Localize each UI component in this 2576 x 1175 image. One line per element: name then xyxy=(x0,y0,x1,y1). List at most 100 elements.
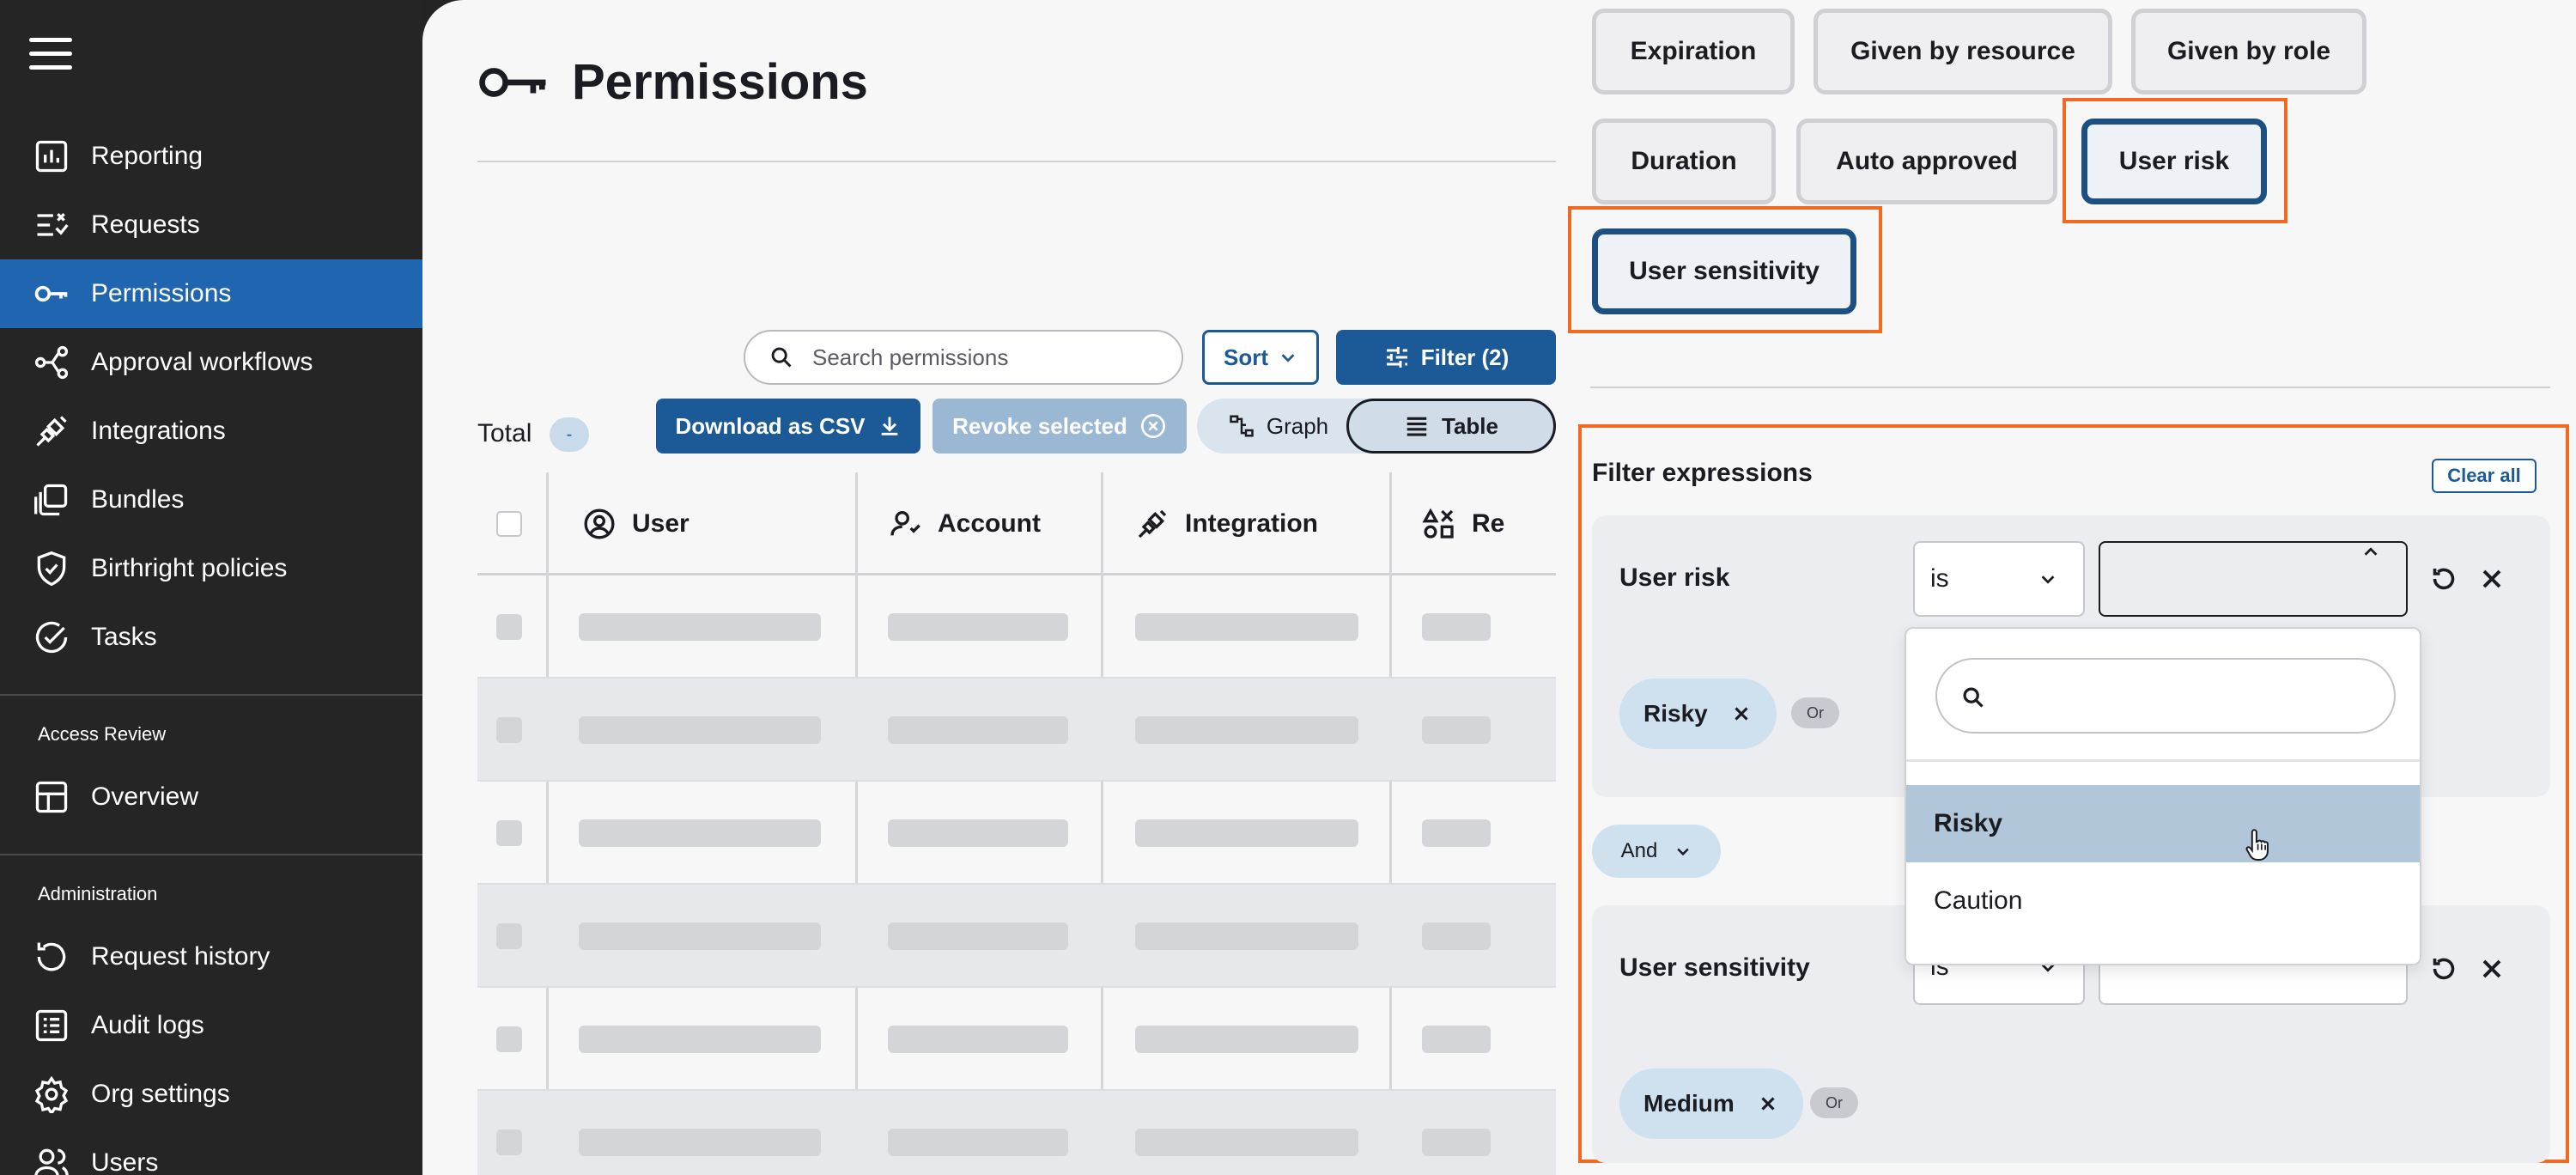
nav-item-reporting[interactable]: Reporting xyxy=(0,122,422,191)
search-icon xyxy=(1963,687,1984,708)
condition-field-label: User sensitivity xyxy=(1619,953,1810,982)
dropdown-option-caution[interactable]: Caution xyxy=(1906,862,2420,940)
nav-item-overview[interactable]: Overview xyxy=(0,763,422,831)
hand-cursor-icon xyxy=(2245,829,2269,861)
skeleton-placeholder xyxy=(1422,1026,1491,1053)
total-count-badge: - xyxy=(550,417,589,452)
close-icon[interactable] xyxy=(1757,1093,1779,1115)
nav-label: Overview xyxy=(91,782,199,811)
nav-label: Users xyxy=(91,1148,159,1175)
plug-icon xyxy=(1138,509,1167,539)
dropdown-option-risky[interactable]: Risky xyxy=(1906,785,2420,862)
chevron-up-icon xyxy=(2364,547,2378,556)
nav-label: Bundles xyxy=(91,485,185,514)
filter-expressions-title: Filter expressions xyxy=(1592,459,1813,487)
value-token: Medium xyxy=(1619,1068,1803,1139)
divider xyxy=(1590,387,2550,388)
column-header-resource[interactable]: Re xyxy=(1422,472,1504,575)
shield-icon xyxy=(37,551,66,587)
value-token: Risky xyxy=(1619,679,1777,749)
divider xyxy=(1906,759,2420,762)
row-checkbox[interactable] xyxy=(496,923,522,949)
column-header-user[interactable]: User xyxy=(582,472,690,575)
column-header-account[interactable]: Account xyxy=(888,472,1041,575)
sidebar: Reporting Requests Permissions Approval … xyxy=(0,0,422,1175)
nav-item-org-settings[interactable]: Org settings xyxy=(0,1060,422,1129)
bundle-icon xyxy=(34,484,68,516)
table-icon xyxy=(1406,417,1427,436)
filter-chip-given-by-resource[interactable]: Given by resource xyxy=(1814,9,2112,94)
filter-chip-expiration[interactable]: Expiration xyxy=(1592,9,1795,94)
skeleton-placeholder xyxy=(1135,1026,1358,1053)
download-csv-button[interactable]: Download as CSV xyxy=(656,399,920,454)
reset-icon[interactable] xyxy=(2428,953,2459,984)
nav-label: Approval workflows xyxy=(91,348,313,376)
table-row[interactable] xyxy=(477,885,1556,988)
nav-label: Reporting xyxy=(91,142,204,170)
revoke-label: Revoke selected xyxy=(952,412,1127,439)
skeleton-placeholder xyxy=(888,613,1068,641)
key-icon xyxy=(34,285,68,302)
nav-label: Tasks xyxy=(91,623,157,651)
operator-select[interactable]: is xyxy=(1913,541,2085,617)
table-row[interactable] xyxy=(477,782,1556,885)
row-checkbox[interactable] xyxy=(496,1129,522,1155)
remove-condition-icon[interactable] xyxy=(2476,953,2507,984)
or-pill[interactable]: Or xyxy=(1791,697,1839,728)
nav-item-approval-workflows[interactable]: Approval workflows xyxy=(0,328,422,397)
nav-item-request-history[interactable]: Request history xyxy=(0,922,422,991)
table-row[interactable] xyxy=(477,988,1556,1091)
nav-item-tasks[interactable]: Tasks xyxy=(0,603,422,672)
column-header-integration[interactable]: Integration xyxy=(1135,472,1318,575)
nav-item-bundles[interactable]: Bundles xyxy=(0,466,422,534)
nav-item-users[interactable]: Users xyxy=(0,1129,422,1175)
skeleton-placeholder xyxy=(1135,819,1358,847)
filter-chip-auto-approved[interactable]: Auto approved xyxy=(1796,119,2057,204)
filter-chip-duration[interactable]: Duration xyxy=(1592,119,1776,204)
skeleton-placeholder xyxy=(888,922,1068,950)
value-select[interactable] xyxy=(2099,541,2408,617)
reset-icon[interactable] xyxy=(2428,563,2459,594)
table-row[interactable] xyxy=(477,575,1556,679)
table-row[interactable] xyxy=(477,1091,1556,1175)
skeleton-placeholder xyxy=(1135,613,1358,641)
select-all-checkbox[interactable] xyxy=(496,511,522,537)
remove-condition-icon[interactable] xyxy=(2476,563,2507,594)
nav-item-audit-logs[interactable]: Audit logs xyxy=(0,991,422,1060)
nav-item-permissions[interactable]: Permissions xyxy=(0,259,422,328)
nav-item-requests[interactable]: Requests xyxy=(0,191,422,259)
menu-icon[interactable] xyxy=(29,38,72,72)
revoke-selected-button[interactable]: Revoke selected xyxy=(933,399,1187,454)
sort-button[interactable]: Sort xyxy=(1202,330,1319,385)
or-pill[interactable]: Or xyxy=(1810,1087,1858,1118)
skeleton-placeholder xyxy=(1422,1129,1491,1156)
and-connector-select[interactable]: And xyxy=(1592,825,1721,878)
close-icon[interactable] xyxy=(1730,703,1753,725)
chevron-down-icon xyxy=(1281,354,1295,362)
table-row[interactable] xyxy=(477,679,1556,782)
user-circle-icon xyxy=(584,508,615,539)
row-checkbox[interactable] xyxy=(496,820,522,846)
main-content: Permissions Search permissions Sort Filt… xyxy=(422,0,1556,1175)
highlight-box xyxy=(2063,98,2287,223)
row-checkbox[interactable] xyxy=(496,717,522,743)
skeleton-placeholder xyxy=(888,1026,1068,1053)
close-circle-icon xyxy=(1140,414,1165,438)
search-input[interactable]: Search permissions xyxy=(744,330,1183,385)
key-icon xyxy=(479,67,546,97)
skeleton-placeholder xyxy=(579,1026,821,1053)
nav-item-integrations[interactable]: Integrations xyxy=(0,397,422,466)
row-checkbox[interactable] xyxy=(496,614,522,640)
token-label: Risky xyxy=(1643,700,1708,727)
row-checkbox[interactable] xyxy=(496,1026,522,1052)
graph-label: Graph xyxy=(1266,412,1329,439)
table-view-button[interactable]: Table xyxy=(1346,399,1556,454)
graph-view-button[interactable]: Graph xyxy=(1197,399,1360,454)
filter-chip-given-by-role[interactable]: Given by role xyxy=(2131,9,2366,94)
dropdown-search-input[interactable] xyxy=(1935,658,2396,734)
nav-item-birthright-policies[interactable]: Birthright policies xyxy=(0,534,422,603)
skeleton-placeholder xyxy=(1422,716,1491,744)
clear-all-button[interactable]: Clear all xyxy=(2432,459,2537,493)
skeleton-placeholder xyxy=(579,1129,821,1156)
filter-button[interactable]: Filter (2) xyxy=(1336,330,1556,385)
